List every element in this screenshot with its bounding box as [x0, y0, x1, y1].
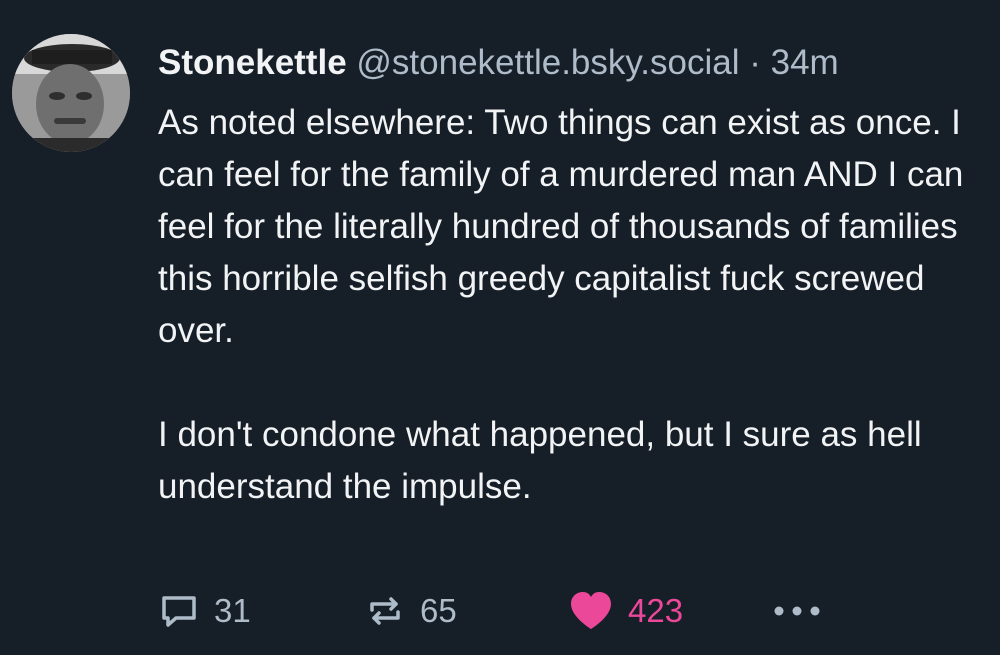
post-card[interactable]: Stonekettle @stonekettle.bsky.social · 3… [0, 0, 1000, 655]
author-display-name[interactable]: Stonekettle [158, 43, 347, 82]
more-options-button[interactable] [770, 588, 824, 634]
post-paragraph-1: As noted elsewhere: Two things can exist… [158, 103, 964, 350]
ellipsis-icon [770, 601, 824, 621]
post-timestamp[interactable]: 34m [771, 43, 839, 82]
speech-bubble-icon [158, 590, 200, 632]
separator-dot: · [749, 43, 761, 82]
post-text: As noted elsewhere: Two things can exist… [158, 97, 978, 513]
avatar[interactable] [12, 34, 130, 152]
post-header: Stonekettle @stonekettle.bsky.social · 3… [158, 40, 839, 86]
repost-count: 65 [420, 592, 457, 629]
like-button[interactable]: 423 [568, 588, 683, 634]
reply-count: 31 [214, 592, 251, 629]
heart-icon [568, 590, 614, 632]
reply-button[interactable]: 31 [158, 588, 251, 634]
avatar-photo [12, 34, 130, 152]
post-actions: 31 65 423 [158, 588, 858, 634]
repost-button[interactable]: 65 [364, 588, 457, 634]
repost-arrows-icon [364, 590, 406, 632]
like-count: 423 [628, 592, 684, 629]
post-paragraph-2: I don't condone what happened, but I sur… [158, 415, 922, 506]
author-handle[interactable]: @stonekettle.bsky.social [356, 43, 739, 82]
